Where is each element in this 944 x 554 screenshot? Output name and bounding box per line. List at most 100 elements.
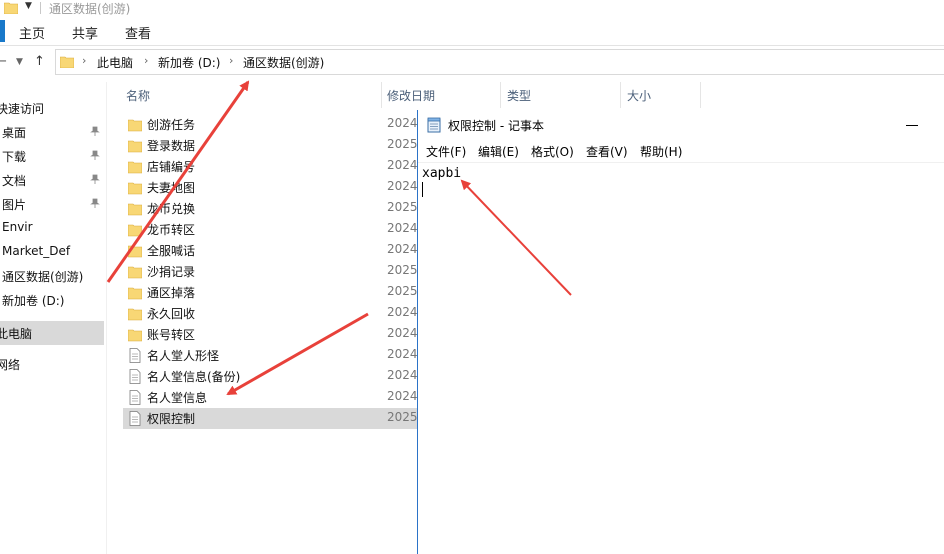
- tab-home[interactable]: 主页: [19, 23, 45, 42]
- file-date: 2024: [387, 242, 418, 256]
- file-name: 名人堂信息(备份): [147, 370, 241, 384]
- back-arrow-icon[interactable]: ←: [0, 54, 7, 69]
- column-divider[interactable]: [700, 82, 701, 108]
- nav-item-downloads[interactable]: 下载: [0, 145, 104, 167]
- recent-dropdown-icon[interactable]: ▼: [16, 57, 23, 67]
- nav-item-label: Envir: [2, 220, 33, 234]
- nav-item-market-def[interactable]: Market_Def: [0, 241, 104, 263]
- file-name: 全服喊话: [147, 244, 196, 258]
- file-date: 2025: [387, 200, 418, 214]
- folder-icon: [127, 285, 143, 300]
- notepad-text-area[interactable]: xapbi: [418, 162, 944, 554]
- nav-item-label: 快速访问: [0, 102, 45, 116]
- file-row[interactable]: 名人堂信息: [123, 387, 419, 408]
- file-date: 2025: [387, 263, 418, 277]
- column-header-name[interactable]: 名称: [126, 87, 150, 104]
- pin-icon[interactable]: [90, 174, 100, 184]
- document-icon: [128, 348, 142, 363]
- file-row[interactable]: 龙币兑换: [123, 198, 419, 219]
- file-name: 创游任务: [147, 118, 196, 132]
- nav-item-drive-d[interactable]: 新加卷 (D:): [0, 289, 104, 311]
- file-row[interactable]: 夫妻地图: [123, 177, 419, 198]
- navigation-pane: 快速访问 桌面 下载 文档 图片 Envir Market_Def 通区数据(创…: [0, 82, 107, 554]
- file-date: 2024: [387, 158, 418, 172]
- file-tab[interactable]: [0, 20, 5, 42]
- document-icon: [128, 390, 142, 405]
- file-row[interactable]: 名人堂人形怪: [123, 345, 419, 366]
- file-row[interactable]: 永久回收: [123, 303, 419, 324]
- breadcrumb-drive[interactable]: 新加卷 (D:): [158, 54, 220, 71]
- chevron-right-icon[interactable]: ›: [144, 54, 148, 67]
- nav-item-label: 网络: [0, 358, 21, 372]
- menu-view[interactable]: 查看(V): [586, 143, 628, 160]
- notepad-window: 权限控制 - 记事本 文件(F) 编辑(E) 格式(O) 查看(V) 帮助(H)…: [417, 110, 944, 554]
- chevron-right-icon[interactable]: ›: [82, 54, 86, 67]
- file-date: 2025: [387, 284, 418, 298]
- menu-file[interactable]: 文件(F): [426, 143, 466, 160]
- file-row[interactable]: 龙币转区: [123, 219, 419, 240]
- folder-icon: [127, 180, 143, 195]
- address-bar[interactable]: › 此电脑 › 新加卷 (D:) › 通区数据(创游): [55, 49, 944, 75]
- file-name: 名人堂人形怪: [147, 349, 220, 363]
- chevron-right-icon[interactable]: ›: [229, 54, 233, 67]
- column-divider[interactable]: [620, 82, 621, 108]
- file-date: 2024: [387, 368, 418, 382]
- text-caret: [422, 182, 423, 197]
- nav-item-quick-access[interactable]: 快速访问: [0, 97, 104, 119]
- folder-icon: [127, 159, 143, 174]
- notepad-title-bar[interactable]: 权限控制 - 记事本: [418, 110, 944, 140]
- column-header-date[interactable]: 修改日期: [387, 87, 435, 104]
- file-name: 登录数据: [147, 139, 196, 153]
- tab-view[interactable]: 查看: [125, 23, 151, 42]
- notepad-icon: [427, 117, 441, 133]
- breadcrumb-this-pc[interactable]: 此电脑: [97, 54, 133, 71]
- menu-format[interactable]: 格式(O): [531, 143, 574, 160]
- file-row[interactable]: 账号转区: [123, 324, 419, 345]
- nav-item-label: 文档: [2, 174, 27, 188]
- file-row[interactable]: 权限控制: [123, 408, 419, 429]
- column-divider[interactable]: [381, 82, 382, 108]
- menu-help[interactable]: 帮助(H): [640, 143, 682, 160]
- file-row[interactable]: 店铺编号: [123, 156, 419, 177]
- notepad-content: xapbi: [422, 166, 462, 181]
- ribbon: 主页 共享 查看: [0, 18, 944, 46]
- nav-item-label: 图片: [2, 198, 27, 212]
- nav-item-envir[interactable]: Envir: [0, 217, 104, 239]
- nav-item-label: 桌面: [2, 126, 27, 140]
- chevron-down-icon[interactable]: ▼: [25, 1, 32, 11]
- pin-icon[interactable]: [90, 198, 100, 208]
- column-header-type[interactable]: 类型: [507, 87, 531, 104]
- file-date: 2024: [387, 179, 418, 193]
- folder-icon: [60, 56, 74, 68]
- file-row[interactable]: 全服喊话: [123, 240, 419, 261]
- minimize-icon[interactable]: [906, 125, 918, 126]
- nav-item-desktop[interactable]: 桌面: [0, 121, 104, 143]
- column-divider[interactable]: [500, 82, 501, 108]
- nav-item-this-pc[interactable]: 此电脑: [0, 321, 104, 345]
- folder-icon: [127, 138, 143, 153]
- tab-share[interactable]: 共享: [72, 23, 98, 42]
- breadcrumb-folder[interactable]: 通区数据(创游): [243, 54, 324, 71]
- pin-icon[interactable]: [90, 150, 100, 160]
- notepad-title: 权限控制 - 记事本: [448, 119, 544, 133]
- nav-item-label: 新加卷 (D:): [2, 294, 65, 308]
- file-row[interactable]: 沙捐记录: [123, 261, 419, 282]
- divider: [40, 2, 41, 14]
- nav-item-tongqu-data[interactable]: 通区数据(创游): [0, 265, 104, 287]
- file-row[interactable]: 创游任务: [123, 114, 419, 135]
- nav-item-label: Market_Def: [2, 244, 71, 258]
- pin-icon[interactable]: [90, 126, 100, 136]
- file-row[interactable]: 登录数据: [123, 135, 419, 156]
- folder-icon: [127, 117, 143, 132]
- nav-item-pictures[interactable]: 图片: [0, 193, 104, 215]
- column-header-size[interactable]: 大小: [627, 87, 651, 104]
- nav-item-documents[interactable]: 文档: [0, 169, 104, 191]
- menu-edit[interactable]: 编辑(E): [478, 143, 519, 160]
- nav-item-network[interactable]: 网络: [0, 353, 104, 375]
- file-row[interactable]: 通区掉落: [123, 282, 419, 303]
- folder-icon[interactable]: [4, 0, 18, 14]
- file-row[interactable]: 名人堂信息(备份): [123, 366, 419, 387]
- folder-icon: [127, 264, 143, 279]
- up-arrow-icon[interactable]: ↑: [34, 54, 45, 69]
- file-name: 永久回收: [147, 307, 196, 321]
